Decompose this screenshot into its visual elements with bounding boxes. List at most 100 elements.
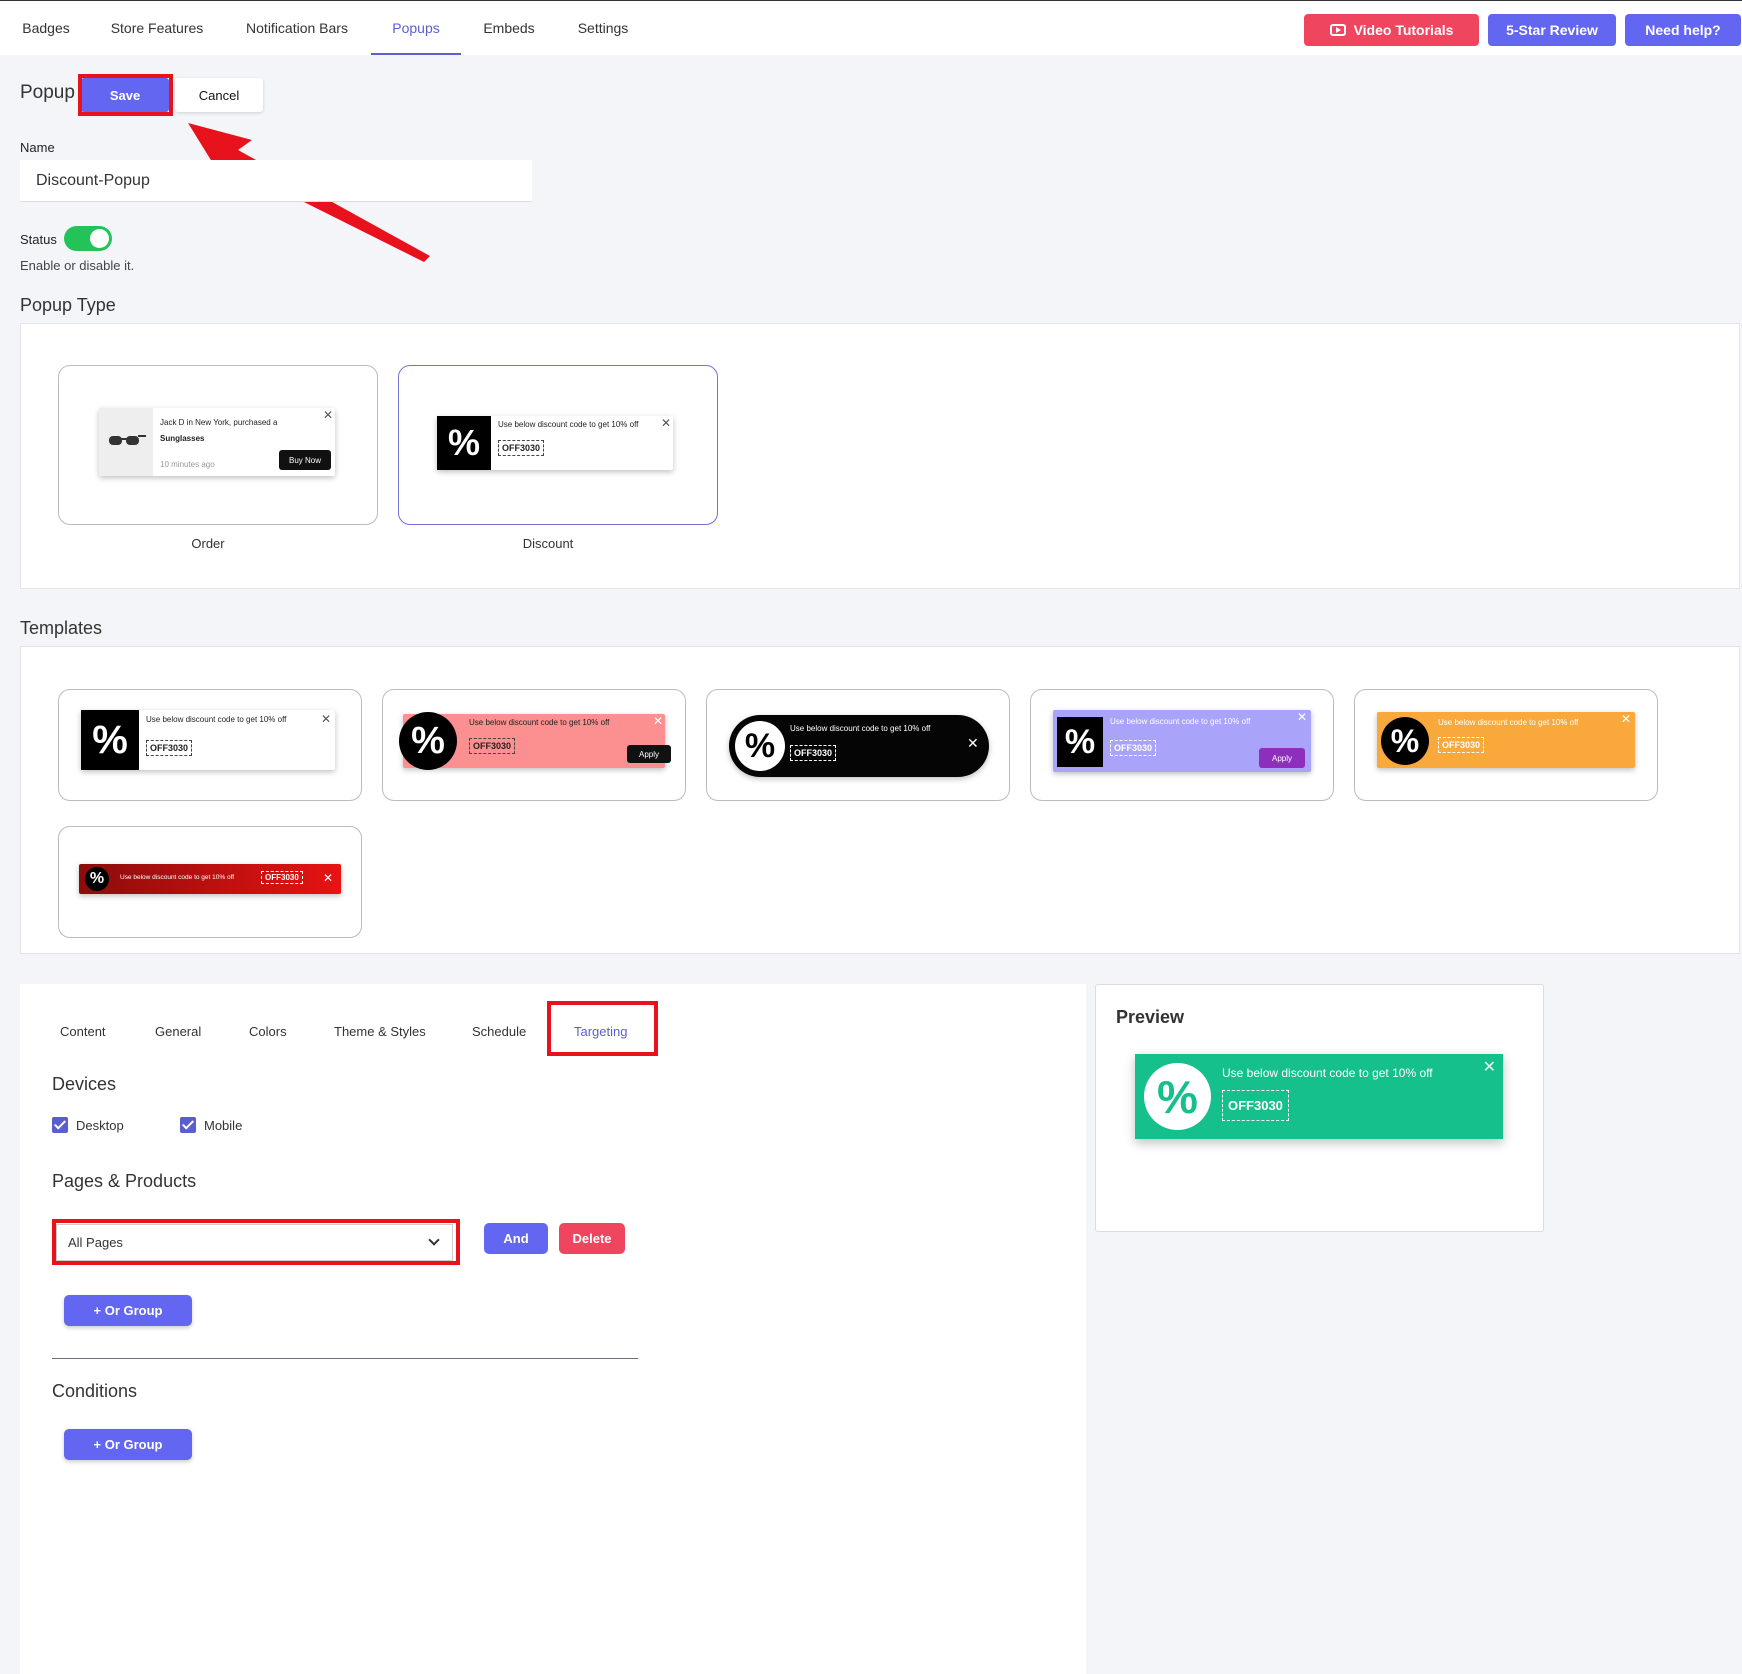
close-icon: ✕	[653, 714, 664, 728]
template-card-lavender[interactable]: % Use below discount code to get 10% off…	[1030, 689, 1334, 801]
percent-icon: %	[85, 867, 109, 891]
cancel-button[interactable]: Cancel	[175, 78, 263, 112]
sunglasses-image	[99, 408, 153, 476]
preview-popup: % Use below discount code to get 10% off…	[1135, 1054, 1503, 1139]
popup-type-discount-label: Discount	[522, 536, 574, 551]
template-text: Use below discount code to get 10% off	[1110, 717, 1251, 726]
preview-title: Preview	[1116, 1007, 1185, 1027]
template-code: OFF3030	[790, 745, 837, 761]
order-popup-sample: Jack D in New York, purchased a Sunglass…	[99, 408, 335, 476]
pages-select-highlight-box	[52, 1219, 460, 1265]
tab-general[interactable]: General	[155, 1024, 201, 1039]
template-white-sample: % Use below discount code to get 10% off…	[81, 710, 335, 770]
tab-colors[interactable]: Colors	[249, 1024, 287, 1039]
mobile-checkbox[interactable]	[180, 1117, 196, 1133]
discount-sample-text: Use below discount code to get 10% off	[498, 420, 639, 429]
template-red-sample: % Use below discount code to get 10% off…	[79, 864, 341, 894]
template-card-orange[interactable]: % Use below discount code to get 10% off…	[1354, 689, 1658, 801]
percent-icon: %	[437, 416, 491, 470]
preview-code: OFF3030	[1222, 1090, 1289, 1121]
order-sample-text: Jack D in New York, purchased a	[160, 418, 278, 427]
close-icon: ✕	[1297, 710, 1308, 724]
template-orange-sample: % Use below discount code to get 10% off…	[1377, 712, 1635, 768]
preview-text: Use below discount code to get 10% off	[1222, 1066, 1433, 1080]
close-icon: ✕	[661, 416, 672, 430]
and-button[interactable]: And	[484, 1223, 548, 1254]
page-title: Popup	[20, 82, 75, 103]
template-card-pink[interactable]: % Use below discount code to get 10% off…	[382, 689, 686, 801]
section-divider	[52, 1358, 638, 1359]
delete-button[interactable]: Delete	[559, 1223, 625, 1254]
template-text: Use below discount code to get 10% off	[120, 874, 235, 881]
close-icon: ✕	[967, 735, 979, 751]
need-help-button[interactable]: Need help?	[1625, 14, 1741, 46]
pages-products-title: Pages & Products	[52, 1171, 197, 1191]
play-icon	[1329, 24, 1346, 36]
five-star-review-button[interactable]: 5-Star Review	[1488, 14, 1616, 46]
nav-tab-settings[interactable]: Settings	[560, 1, 646, 55]
percent-icon: %	[1144, 1063, 1211, 1130]
nav-tab-notification-bars[interactable]: Notification Bars	[228, 1, 366, 55]
order-sample-time: 10 minutes ago	[160, 460, 215, 469]
template-code: OFF3030	[1110, 740, 1157, 756]
status-label: Status	[20, 232, 57, 247]
save-highlight-box	[78, 74, 173, 116]
percent-icon: %	[1381, 717, 1429, 765]
close-icon: ✕	[321, 712, 332, 726]
close-icon: ✕	[323, 408, 334, 422]
popup-type-discount-card[interactable]: % Use below discount code to get 10% off…	[398, 365, 718, 525]
nav-tab-popups[interactable]: Popups	[371, 1, 461, 55]
percent-icon: %	[1057, 717, 1103, 767]
percent-icon: %	[399, 712, 457, 770]
conditions-or-group-button[interactable]: + Or Group	[64, 1429, 192, 1460]
discount-popup-sample: % Use below discount code to get 10% off…	[437, 416, 673, 470]
nav-tab-store-features[interactable]: Store Features	[96, 1, 218, 55]
conditions-title: Conditions	[52, 1381, 138, 1401]
close-icon[interactable]: ✕	[1483, 1057, 1496, 1077]
template-code: OFF3030	[1438, 737, 1485, 753]
apply-sample-button: Apply	[627, 745, 671, 763]
templates-title: Templates	[20, 618, 103, 638]
nav-tab-badges[interactable]: Badges	[0, 1, 92, 55]
tab-schedule[interactable]: Schedule	[472, 1024, 526, 1039]
mobile-label: Mobile	[204, 1118, 243, 1133]
template-text: Use below discount code to get 10% off	[469, 718, 610, 727]
template-text: Use below discount code to get 10% off	[146, 715, 287, 724]
tab-content[interactable]: Content	[60, 1024, 106, 1039]
name-input[interactable]	[20, 160, 532, 202]
popup-type-title: Popup Type	[20, 295, 116, 315]
template-black-sample: % Use below discount code to get 10% off…	[729, 715, 989, 777]
template-lavender-sample: % Use below discount code to get 10% off…	[1053, 710, 1311, 772]
template-text: Use below discount code to get 10% off	[1438, 718, 1579, 727]
discount-sample-code: OFF3030	[498, 440, 545, 456]
desktop-checkbox[interactable]	[52, 1117, 68, 1133]
targeting-highlight-box	[547, 1001, 658, 1056]
order-sample-product: Sunglasses	[160, 434, 205, 443]
template-code: OFF3030	[469, 738, 516, 754]
template-pink-sample: % Use below discount code to get 10% off…	[399, 712, 671, 770]
video-tutorials-label: Video Tutorials	[1353, 22, 1454, 38]
status-toggle[interactable]	[64, 226, 112, 251]
template-card-black[interactable]: % Use below discount code to get 10% off…	[706, 689, 1010, 801]
video-tutorials-button[interactable]: Video Tutorials	[1304, 14, 1479, 46]
apply-sample-button: Apply	[1259, 748, 1305, 768]
popup-type-order-label: Order	[191, 536, 225, 551]
desktop-label: Desktop	[76, 1118, 124, 1133]
tab-theme-styles[interactable]: Theme & Styles	[334, 1024, 426, 1039]
top-navigation: Badges Store Features Notification Bars …	[0, 0, 1742, 55]
close-icon: ✕	[323, 871, 334, 885]
close-icon: ✕	[1621, 712, 1632, 726]
popup-type-order-card[interactable]: Jack D in New York, purchased a Sunglass…	[58, 365, 378, 525]
template-card-red[interactable]: % Use below discount code to get 10% off…	[58, 826, 362, 938]
name-label: Name	[20, 140, 55, 155]
percent-icon: %	[735, 721, 785, 771]
buy-now-sample-button: Buy Now	[279, 450, 331, 470]
percent-icon: %	[81, 710, 139, 770]
pages-or-group-button[interactable]: + Or Group	[64, 1295, 192, 1326]
status-help-text: Enable or disable it.	[20, 258, 135, 273]
template-code: OFF3030	[261, 871, 303, 884]
nav-tab-embeds[interactable]: Embeds	[470, 1, 548, 55]
template-text: Use below discount code to get 10% off	[790, 724, 931, 733]
template-code: OFF3030	[146, 740, 193, 756]
template-card-white[interactable]: % Use below discount code to get 10% off…	[58, 689, 362, 801]
